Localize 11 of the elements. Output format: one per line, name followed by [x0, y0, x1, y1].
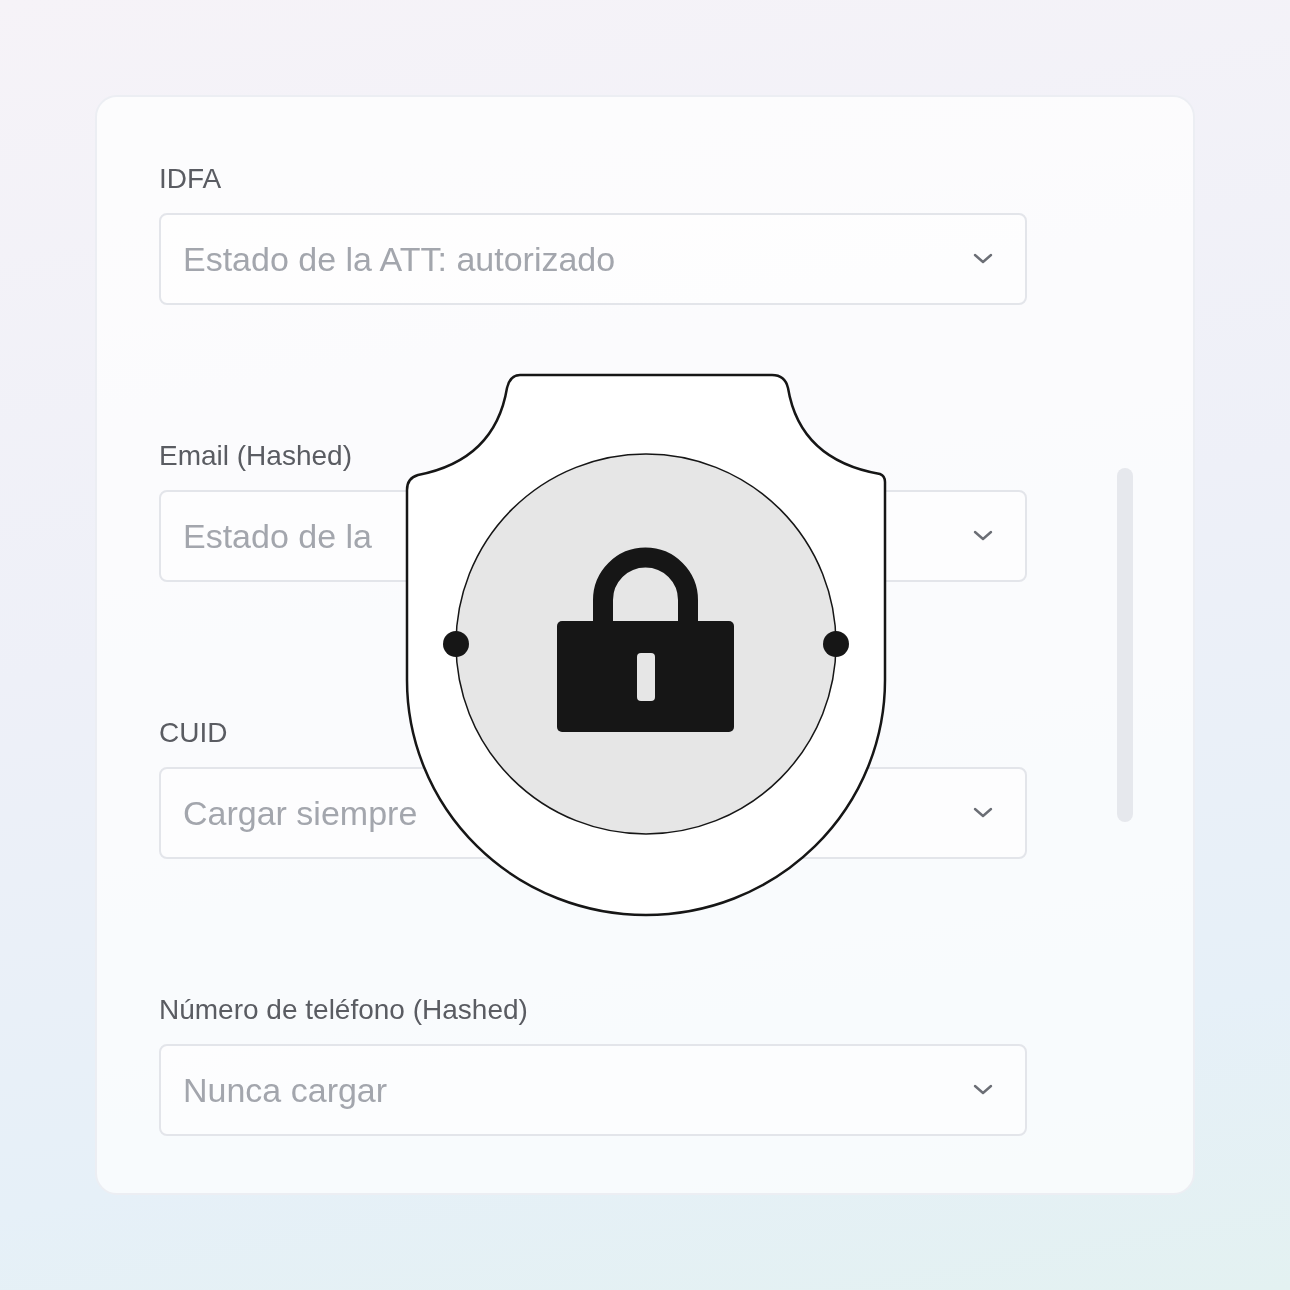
chevron-down-icon: [973, 253, 993, 265]
chevron-down-icon: [973, 807, 993, 819]
dropdown-value[interactable]: Nunca cargar: [183, 1070, 388, 1110]
field-label: IDFA: [159, 162, 223, 196]
chevron-down-icon: [973, 1084, 993, 1096]
chevron-down-icon: [973, 530, 993, 542]
dropdown-value[interactable]: Cargar siempre: [183, 793, 418, 833]
field-label: CUID: [159, 716, 229, 750]
dropdown-value[interactable]: Estado de la: [183, 516, 373, 556]
field-label: Número de teléfono (Hashed): [159, 993, 529, 1027]
field-label: Email (Hashed): [159, 439, 353, 473]
